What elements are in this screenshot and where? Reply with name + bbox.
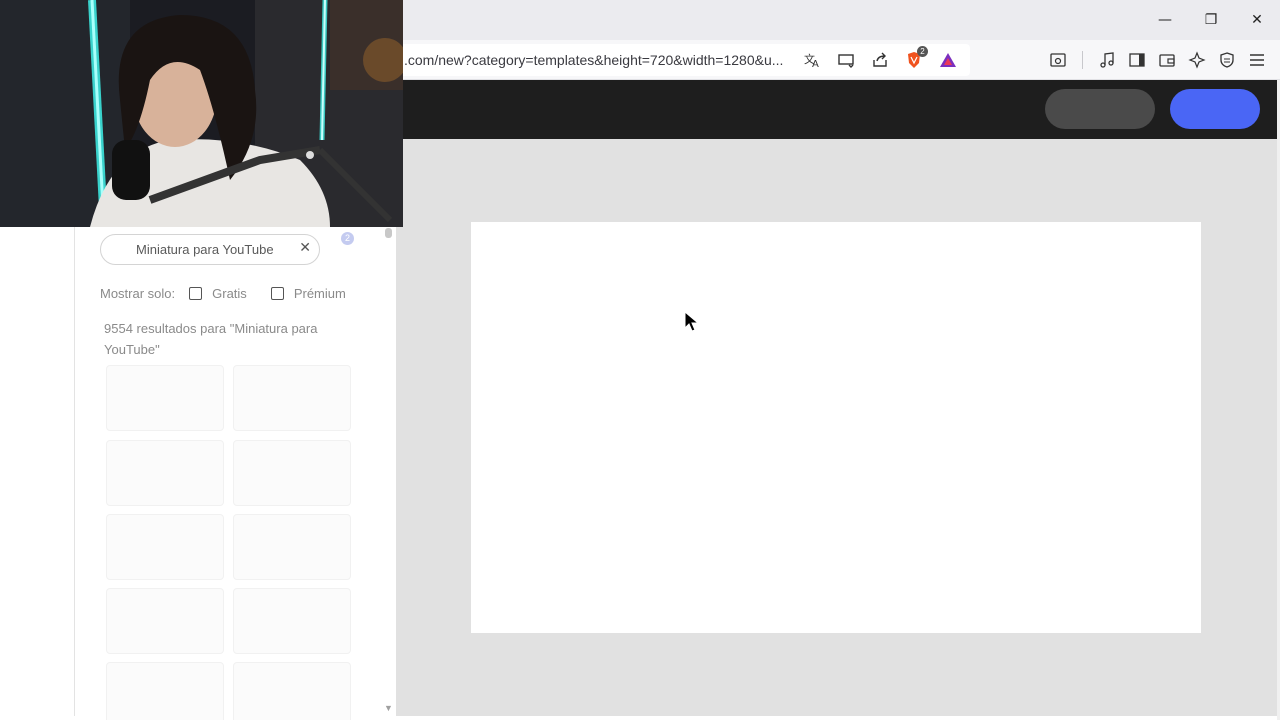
leo-icon[interactable] — [1046, 48, 1070, 72]
minimize-button[interactable]: — — [1142, 0, 1188, 40]
template-tile[interactable] — [106, 514, 224, 580]
template-search-input[interactable]: Miniatura para YouTube ✕ — [100, 234, 320, 265]
notification-badge: 2 — [341, 232, 354, 245]
left-nav-rail — [0, 226, 75, 716]
results-count: 9554 resultados para "Miniatura para You… — [104, 321, 318, 357]
panel-scrollbar[interactable]: ▼ — [381, 226, 396, 716]
svg-text:A: A — [812, 59, 819, 69]
scrollbar-thumb[interactable] — [385, 228, 392, 238]
close-button[interactable]: ✕ — [1234, 0, 1280, 40]
ai-icon[interactable] — [1185, 48, 1209, 72]
clear-search-icon[interactable]: ✕ — [299, 240, 311, 256]
scroll-down-icon[interactable]: ▼ — [384, 703, 393, 713]
filter-row: Mostrar solo: Gratis Prémium — [100, 284, 360, 302]
mouse-cursor-icon — [684, 310, 700, 338]
address-bar-actions: 文A 2 — [800, 44, 960, 76]
filter-label: Mostrar solo: — [100, 285, 176, 301]
editor-workspace — [396, 139, 1277, 716]
toolbar-separator — [1082, 51, 1083, 69]
template-tile[interactable] — [233, 588, 351, 654]
template-tile[interactable] — [233, 365, 351, 431]
template-tile[interactable] — [233, 514, 351, 580]
premium-label[interactable]: Prémium — [294, 286, 346, 301]
sidebar-icon[interactable] — [1125, 48, 1149, 72]
music-icon[interactable] — [1095, 48, 1119, 72]
design-canvas[interactable] — [471, 222, 1201, 633]
free-checkbox[interactable] — [189, 286, 203, 300]
brave-rewards-icon[interactable] — [936, 48, 960, 72]
templates-panel: Miniatura para YouTube ✕ 2 Mostrar solo:… — [76, 226, 396, 720]
menu-icon[interactable] — [1245, 48, 1269, 72]
brave-shields-icon[interactable]: 2 — [902, 46, 928, 72]
restore-button[interactable]: ❐ — [1188, 0, 1234, 40]
template-tile[interactable] — [106, 365, 224, 431]
search-query[interactable]: Miniatura para YouTube — [136, 242, 274, 257]
primary-button[interactable] — [1170, 89, 1260, 129]
window-controls: — ❐ ✕ — [1142, 0, 1280, 40]
template-tile[interactable] — [106, 662, 224, 720]
template-tile[interactable] — [233, 440, 351, 506]
free-label[interactable]: Gratis — [212, 286, 247, 301]
shields-badge: 2 — [917, 46, 928, 57]
webcam-overlay — [0, 0, 403, 227]
share-icon[interactable] — [868, 48, 892, 72]
premium-checkbox[interactable] — [270, 286, 284, 300]
cast-icon[interactable] — [834, 48, 858, 72]
secondary-button[interactable] — [1045, 89, 1155, 129]
url-text[interactable]: .com/new?category=templates&height=720&w… — [404, 52, 783, 68]
template-tile[interactable] — [233, 662, 351, 720]
translate-icon[interactable]: 文A — [800, 48, 824, 72]
wallet-icon[interactable] — [1155, 48, 1179, 72]
template-tile[interactable] — [106, 588, 224, 654]
vpn-icon[interactable] — [1215, 48, 1239, 72]
browser-extensions — [1046, 44, 1269, 76]
template-tile[interactable] — [106, 440, 224, 506]
